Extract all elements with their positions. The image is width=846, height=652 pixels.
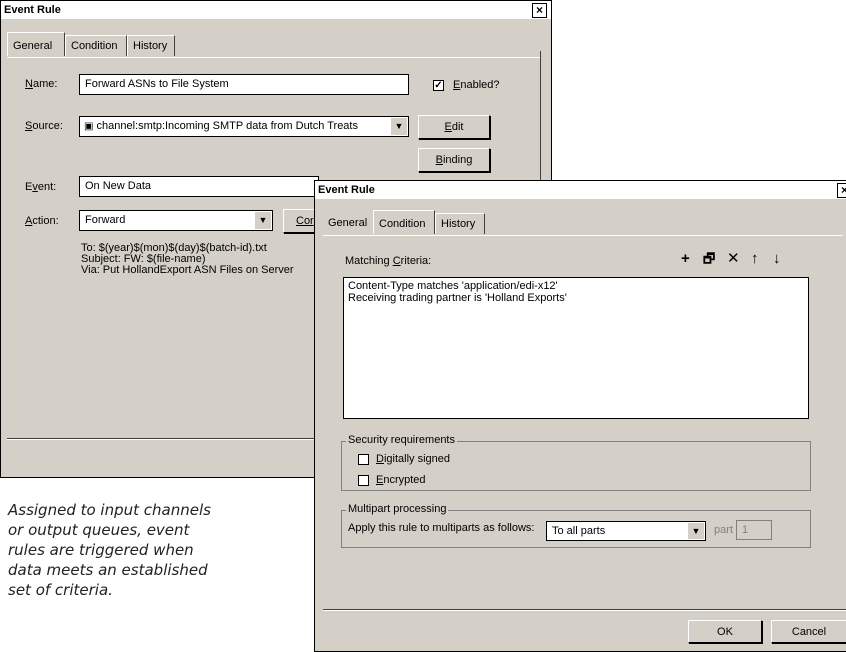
matching-criteria-label: Matching Criteria: bbox=[345, 255, 432, 267]
dialog-title-bar[interactable]: Event Rule × bbox=[1, 1, 551, 19]
name-label: Name: bbox=[25, 78, 58, 90]
list-item[interactable]: Content-Type matches 'application/edi-x1… bbox=[348, 280, 804, 292]
action-label: Action: bbox=[25, 215, 59, 227]
close-icon[interactable]: × bbox=[837, 183, 846, 198]
criteria-toolbar: + 🗗 ✕ ↑ ↓ bbox=[681, 251, 811, 269]
tab-condition[interactable]: Condition bbox=[65, 35, 127, 56]
part-input[interactable]: 1 bbox=[736, 520, 772, 540]
chevron-down-icon[interactable]: ▼ bbox=[687, 523, 704, 539]
digitally-signed-label: Digitally signed bbox=[376, 453, 450, 465]
criteria-list[interactable]: Content-Type matches 'application/edi-x1… bbox=[343, 277, 809, 419]
event-label: Event: bbox=[25, 181, 57, 193]
encrypted-label: Encrypted bbox=[376, 474, 426, 486]
dialog-title-bar[interactable]: Event Rule × bbox=[315, 181, 846, 199]
channel-icon: ▣ bbox=[84, 121, 94, 132]
multipart-label: Apply this rule to multiparts as follows… bbox=[348, 522, 535, 534]
enabled-checkbox[interactable]: ✓ bbox=[433, 80, 444, 91]
security-group-title: Security requirements bbox=[346, 434, 457, 446]
binding-button[interactable]: Binding bbox=[418, 148, 490, 172]
cancel-button[interactable]: Cancel bbox=[771, 620, 846, 643]
chevron-down-icon[interactable]: ▼ bbox=[390, 118, 407, 135]
dialog-title: Event Rule bbox=[4, 4, 61, 16]
security-group: Security requirements Digitally signed E… bbox=[341, 434, 811, 491]
caption-text: Assigned to input channels or output que… bbox=[8, 501, 211, 599]
tab-pane-border bbox=[323, 235, 843, 236]
event-input[interactable]: On New Data bbox=[79, 176, 319, 197]
multipart-group: Multipart processing Apply this rule to … bbox=[341, 503, 811, 548]
encrypted-checkbox[interactable] bbox=[358, 475, 369, 486]
action-details: To: $(year)$(mon)$(day)$(batch-id).txt S… bbox=[81, 242, 294, 276]
properties-icon[interactable]: 🗗 bbox=[703, 251, 715, 267]
tab-history[interactable]: History bbox=[435, 213, 485, 234]
plus-icon[interactable]: + bbox=[681, 251, 690, 267]
close-icon[interactable]: × bbox=[532, 3, 547, 18]
digitally-signed-checkbox[interactable] bbox=[358, 454, 369, 465]
ok-button[interactable]: OK bbox=[688, 620, 762, 643]
chevron-down-icon[interactable]: ▼ bbox=[254, 212, 271, 229]
enabled-label: Enabled? bbox=[453, 79, 500, 91]
down-arrow-icon[interactable]: ↓ bbox=[773, 251, 781, 267]
source-combo[interactable]: ▣ channel:smtp:Incoming SMTP data from D… bbox=[79, 116, 409, 137]
tab-history[interactable]: History bbox=[127, 35, 175, 56]
tab-condition[interactable]: Condition bbox=[373, 210, 435, 234]
list-item[interactable]: Receiving trading partner is 'Holland Ex… bbox=[348, 292, 804, 304]
tab-general[interactable]: General bbox=[323, 213, 373, 234]
action-combo[interactable]: Forward ▼ bbox=[79, 210, 273, 231]
multipart-combo[interactable]: To all parts ▼ bbox=[546, 521, 706, 541]
name-input[interactable]: Forward ASNs to File System bbox=[79, 74, 409, 95]
multipart-group-title: Multipart processing bbox=[346, 503, 449, 515]
delete-icon[interactable]: ✕ bbox=[727, 251, 740, 267]
tab-pane-border bbox=[7, 57, 541, 58]
source-label: Source: bbox=[25, 120, 63, 132]
edit-button[interactable]: Edit bbox=[418, 115, 490, 139]
divider-highlight bbox=[323, 610, 846, 611]
part-label: part bbox=[714, 524, 733, 536]
tab-general[interactable]: General bbox=[7, 32, 65, 56]
up-arrow-icon[interactable]: ↑ bbox=[751, 251, 759, 267]
dialog-title: Event Rule bbox=[318, 184, 375, 196]
event-rule-dialog-front: Event Rule × General Condition History M… bbox=[314, 180, 846, 652]
